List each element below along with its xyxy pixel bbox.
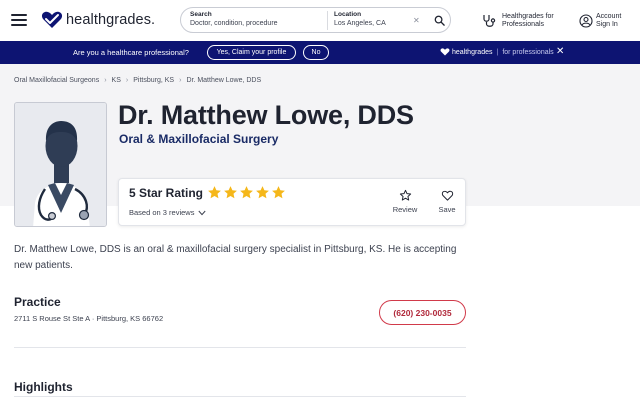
chevron-down-icon	[198, 210, 207, 215]
star-filled-icon	[224, 186, 237, 199]
breadcrumb: Oral Maxillofacial Surgeons › KS › Pittsburg…	[14, 77, 261, 84]
pro-link-line1: Healthgrades for	[502, 12, 554, 20]
highlights-heading: Highlights	[14, 380, 73, 394]
rating-title: 5 Star Rating	[129, 186, 204, 200]
review-button[interactable]: Review	[387, 189, 423, 214]
save-label: Save	[438, 205, 456, 214]
breadcrumb-item[interactable]: KS	[112, 77, 121, 84]
breadcrumb-current: Dr. Matthew Lowe, DDS	[186, 77, 262, 84]
reviews-count-text: Based on 3 reviews	[129, 208, 195, 217]
search-divider	[327, 11, 328, 30]
pro-brand-name: healthgrades	[452, 48, 493, 56]
save-button[interactable]: Save	[429, 189, 465, 214]
user-icon	[579, 14, 593, 28]
search-placeholder: Doctor, condition, procedure	[190, 20, 278, 27]
claim-profile-button[interactable]: Yes, Claim your profile	[207, 45, 296, 60]
breadcrumb-item[interactable]: Oral Maxillofacial Surgeons	[14, 77, 99, 84]
pro-banner: Are you a healthcare professional? Yes, …	[0, 41, 640, 64]
search-icon[interactable]	[434, 15, 445, 26]
star-filled-icon	[256, 186, 269, 199]
phone-button[interactable]: (620) 230-0035	[379, 300, 466, 325]
heart-logo-icon	[41, 11, 63, 28]
account-line2: Sign In	[596, 21, 618, 28]
search-label: Search	[190, 11, 212, 18]
logo-text: healthgrades.	[66, 12, 156, 28]
search-field[interactable]: Search Doctor, condition, procedure	[190, 11, 330, 29]
professionals-link[interactable]: Healthgrades for Professionals	[481, 11, 554, 31]
practice-address: 2711 S Rouse St Ste A · Pittsburg, KS 66…	[14, 314, 164, 323]
account-line1: Account	[596, 12, 622, 20]
breadcrumb-separator: ›	[104, 77, 107, 84]
pro-link-line2: Professionals	[502, 21, 545, 28]
star-filled-icon	[240, 186, 253, 199]
star-rating	[207, 185, 287, 200]
stethoscope-icon	[483, 15, 496, 27]
no-button[interactable]: No	[303, 45, 329, 60]
star-outline-icon	[399, 189, 411, 201]
close-icon[interactable]: ✕	[556, 46, 564, 58]
account-link[interactable]: Account Sign In	[579, 11, 621, 31]
reviews-toggle[interactable]: Based on 3 reviews	[129, 208, 207, 217]
heart-logo-icon	[440, 48, 450, 56]
pro-brand: healthgrades | for professionals	[440, 48, 554, 56]
location-field[interactable]: Location Los Angeles, CA	[334, 11, 409, 29]
doctor-silhouette-icon	[15, 103, 106, 226]
pro-brand-suffix: for professionals	[502, 48, 554, 56]
location-value: Los Angeles, CA	[334, 20, 386, 27]
breadcrumb-separator: ›	[125, 77, 129, 84]
pro-question: Are you a healthcare professional?	[73, 48, 189, 57]
doctor-photo	[14, 102, 107, 227]
clear-icon[interactable]: ✕	[413, 16, 420, 26]
review-label: Review	[392, 205, 418, 214]
rating-card: 5 Star Rating Based on 3 reviews Review …	[118, 178, 466, 226]
section-divider	[14, 396, 466, 397]
practice-heading: Practice	[14, 295, 61, 309]
site-header: healthgrades. Search Doctor, condition, …	[0, 0, 640, 40]
section-divider	[14, 347, 466, 348]
doctor-bio: Dr. Matthew Lowe, DDS is an oral & maxil…	[14, 244, 457, 271]
location-label: Location	[334, 11, 362, 18]
healthgrades-logo[interactable]: healthgrades.	[41, 10, 155, 30]
heart-outline-icon	[441, 190, 453, 201]
doctor-name: Dr. Matthew Lowe, DDS	[118, 100, 414, 130]
pro-brand-separator: |	[496, 48, 499, 56]
star-filled-icon	[272, 186, 285, 199]
breadcrumb-item[interactable]: Pittsburg, KS	[133, 77, 174, 84]
breadcrumb-separator: ›	[179, 77, 182, 84]
search-bar[interactable]: Search Doctor, condition, procedure Loca…	[180, 7, 451, 33]
menu-icon[interactable]	[11, 14, 27, 26]
star-filled-icon	[208, 186, 221, 199]
doctor-specialty[interactable]: Oral & Maxillofacial Surgery	[119, 132, 278, 146]
